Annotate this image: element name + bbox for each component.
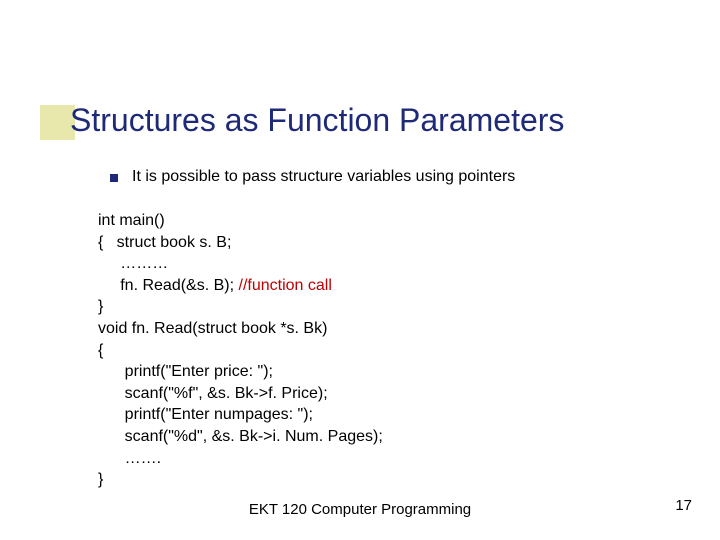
bullet-list: It is possible to pass structure variabl… xyxy=(110,168,680,186)
slide-title: Structures as Function Parameters xyxy=(70,102,564,139)
code-line: scanf("%d", &s. Bk->i. Num. Pages); xyxy=(98,428,383,445)
bullet-text: It is possible to pass structure variabl… xyxy=(132,168,515,186)
bullet-item: It is possible to pass structure variabl… xyxy=(110,168,680,186)
code-line: } xyxy=(98,471,103,488)
code-line: { struct book s. B; xyxy=(98,234,231,251)
code-line: void fn. Read(struct book *s. Bk) xyxy=(98,320,327,337)
code-line: fn. Read(&s. B); xyxy=(98,277,239,294)
code-line: ……… xyxy=(98,255,168,272)
code-line: printf("Enter numpages: "); xyxy=(98,406,313,423)
code-line: printf("Enter price: "); xyxy=(98,363,273,380)
code-block: int main() { struct book s. B; ……… fn. R… xyxy=(98,210,383,491)
code-line: scanf("%f", &s. Bk->f. Price); xyxy=(98,385,328,402)
code-line: ……. xyxy=(98,450,161,467)
square-bullet-icon xyxy=(110,174,118,182)
code-line: int main() xyxy=(98,212,165,229)
footer-text: EKT 120 Computer Programming xyxy=(0,501,720,518)
code-comment: //function call xyxy=(239,277,332,294)
page-number: 17 xyxy=(675,497,692,514)
code-line: } xyxy=(98,298,103,315)
code-line: { xyxy=(98,342,103,359)
